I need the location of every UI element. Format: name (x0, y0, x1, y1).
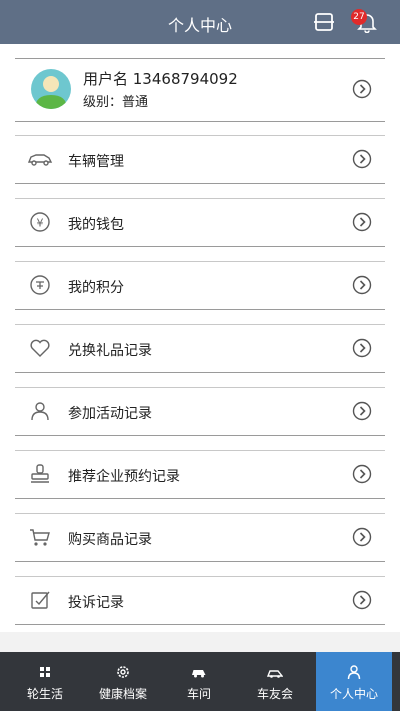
person-icon (31, 402, 49, 421)
menu-panel: 用户名 13468794092 级别：普通 车辆管理 ¥ 我的钱包 我的积分 兑… (0, 44, 400, 632)
chevron-right-icon (352, 275, 372, 295)
tab-label: 车问 (186, 687, 211, 701)
divider (15, 121, 385, 122)
scan-icon[interactable] (314, 13, 334, 31)
tab-label: 车友会 (256, 687, 293, 701)
divider (15, 498, 385, 499)
divider (15, 309, 385, 310)
car-question-icon (192, 670, 206, 678)
top-nav-bar: 个人中心 27 (0, 0, 400, 44)
stamp-icon (31, 464, 49, 483)
divider (15, 561, 385, 562)
grid-icon (40, 667, 50, 677)
gear-icon (117, 666, 129, 678)
divider (15, 435, 385, 436)
menu-item-label: 我的钱包 (68, 217, 124, 233)
heart-icon (30, 339, 50, 357)
user-icon (347, 665, 361, 680)
page-title: 个人中心 (167, 16, 232, 35)
avatar (31, 69, 71, 109)
menu-item-gift-records[interactable]: 兑换礼品记录 (15, 325, 385, 371)
divider (15, 246, 385, 247)
notification-badge: 27 (351, 9, 367, 25)
car-club-icon (267, 670, 283, 678)
divider (15, 624, 385, 625)
tab-label: 个人中心 (329, 687, 378, 701)
points-icon (30, 275, 50, 295)
divider (15, 372, 385, 373)
menu-item-complaint-records[interactable]: 投诉记录 (15, 577, 385, 623)
cart-icon (30, 529, 50, 546)
chevron-right-icon (352, 212, 372, 232)
tab-car-club[interactable]: 车友会 (242, 652, 308, 711)
chevron-right-icon (352, 527, 372, 547)
profile-card[interactable]: 用户名 13468794092 级别：普通 (15, 59, 385, 121)
svg-text:¥: ¥ (37, 217, 44, 230)
bottom-tab-bar: 轮生活 健康档案 车问 车友会 个人中心 (0, 652, 400, 711)
tab-health-records[interactable]: 健康档案 (90, 652, 156, 711)
menu-item-purchase-records[interactable]: 购买商品记录 (15, 514, 385, 560)
menu-item-label: 我的积分 (68, 280, 124, 296)
menu-item-activity-records[interactable]: 参加活动记录 (15, 388, 385, 434)
user-level: 级别：普通 (83, 95, 149, 110)
menu-item-vehicle-management[interactable]: 车辆管理 (15, 136, 385, 182)
chevron-right-icon (352, 149, 372, 169)
menu-item-label: 参加活动记录 (68, 406, 152, 422)
tab-wheel-life[interactable]: 轮生活 (0, 652, 90, 711)
tab-personal-center[interactable]: 个人中心 (316, 652, 392, 711)
chevron-right-icon (352, 401, 372, 421)
menu-item-label: 购买商品记录 (68, 532, 152, 548)
menu-item-my-wallet[interactable]: ¥ 我的钱包 (15, 199, 385, 245)
chevron-right-icon (352, 338, 372, 358)
chevron-right-icon (352, 464, 372, 484)
menu-item-label: 投诉记录 (68, 595, 124, 611)
chevron-right-icon (352, 79, 372, 99)
tab-car-questions[interactable]: 车问 (166, 652, 232, 711)
complaint-edit-icon (31, 591, 50, 609)
divider (15, 183, 385, 184)
chevron-right-icon (352, 590, 372, 610)
menu-item-label: 车辆管理 (68, 154, 124, 170)
menu-item-label: 兑换礼品记录 (68, 343, 152, 359)
menu-item-label: 推荐企业预约记录 (68, 469, 180, 485)
car-icon (27, 154, 53, 166)
menu-item-my-points[interactable]: 我的积分 (15, 262, 385, 308)
username: 用户名 13468794092 (83, 70, 238, 88)
tab-label: 轮生活 (26, 687, 63, 701)
menu-item-referral-records[interactable]: 推荐企业预约记录 (15, 451, 385, 497)
wallet-yen-icon: ¥ (30, 212, 50, 232)
tab-label: 健康档案 (98, 687, 147, 701)
